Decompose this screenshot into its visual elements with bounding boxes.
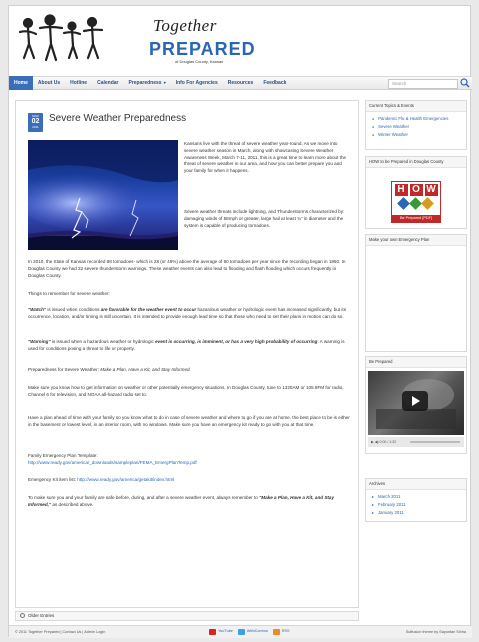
search-input[interactable]: Search: [388, 79, 458, 89]
nav-hotline[interactable]: Hotline: [65, 76, 92, 90]
topic-link[interactable]: Pandemic Flu & Health Emergencies: [372, 115, 462, 123]
sidebar-video-title: Be Prepared: [366, 357, 466, 369]
sidebar-plan-title: Make your own Emergency Plan: [366, 235, 466, 247]
closing-text-2: as described above.: [51, 501, 94, 507]
archive-link[interactable]: March 2011: [372, 493, 462, 501]
sidebar-how-box: HOW to be Prepared in Douglas County H O…: [365, 156, 467, 229]
main-nav: Home About Us Hotline Calendar Preparedn…: [9, 76, 472, 90]
kit-list-link[interactable]: http://www.ready.gov/america/getakit/ind…: [77, 477, 174, 482]
rss-label: RSS: [281, 629, 290, 634]
sidebar-current-topics: Current Topics & Events Pandemic Flu & H…: [365, 100, 467, 150]
nav-feedback[interactable]: Feedback: [258, 76, 291, 90]
youtube-link[interactable]: YouTube: [209, 629, 233, 635]
family-plan-link[interactable]: http://www.ready.gov/america/_downloads/…: [28, 460, 197, 465]
post-paragraph-2010-stats: In 2010, the State of Kansas recorded 88…: [28, 259, 346, 278]
current-topics-list: Pandemic Flu & Health Emergencies Severe…: [366, 112, 466, 142]
video-time: 0:00 / 1:32: [379, 440, 397, 444]
kit-list-label: Emergency Kit item list:: [28, 477, 78, 482]
older-entries-link[interactable]: Older Entries: [15, 611, 359, 621]
date-day: 02: [31, 118, 40, 125]
site-footer: © 2011 Together Prepared | Contact Us | …: [9, 625, 472, 638]
footer-copyright[interactable]: © 2011 Together Prepared | Contact Us | …: [15, 630, 105, 636]
nav-about-us[interactable]: About Us: [33, 76, 65, 90]
progress-track[interactable]: [410, 441, 460, 443]
preparedness-motto: Make a Plan, Have a Kit, and Stay Inform…: [100, 367, 191, 372]
post-article: MAR 02 2011 Severe Weather Preparedness: [15, 100, 359, 608]
nav-preparedness[interactable]: Preparedness ▾: [124, 76, 171, 90]
nav-home[interactable]: Home: [9, 76, 33, 90]
how-letters: H O W: [392, 184, 440, 196]
watch-text-1: is issued when conditions: [46, 307, 101, 312]
post-paragraph-intro: Kansans live with the threat of severe w…: [184, 141, 347, 174]
post-paragraph-plan: Have a plan ahead of time with your fami…: [28, 415, 350, 427]
video-controls[interactable]: ▶ ◀) 0:00 / 1:32: [368, 437, 464, 447]
post-paragraph-family-plan: Family Emergency Plan Template: http://w…: [28, 453, 354, 467]
post-paragraph-radio: Make sure you know how to get informatio…: [28, 385, 344, 397]
archive-link[interactable]: January 2011: [372, 509, 462, 517]
post-paragraph-preparedness: Preparedness for Severe Weather: Make a …: [28, 367, 354, 374]
warning-emphasis: event is occurring, is imminent, or has …: [155, 339, 318, 344]
video-player[interactable]: [368, 371, 464, 435]
how-letter-h: H: [394, 184, 408, 196]
post-title[interactable]: Severe Weather Preparedness: [49, 112, 186, 127]
how-diamond-icons: [397, 197, 434, 210]
search-icon[interactable]: [460, 78, 470, 88]
play-small-icon[interactable]: ▶: [371, 440, 374, 444]
sidebar-how-title: HOW to be Prepared in Douglas County: [366, 157, 466, 169]
twitter-icon: [237, 629, 245, 635]
twitter-label: WebComms: [246, 629, 268, 634]
rss-icon: [272, 629, 280, 635]
nav-info-for-agencies[interactable]: Info For Agencies: [171, 76, 223, 90]
how-caption: Be Prepared [PDF]: [392, 214, 440, 223]
post-paragraph-threats: Severe weather threats include lightning…: [184, 209, 345, 228]
site-header: Together PREPARED of Douglas County, Kan…: [9, 6, 472, 72]
footer-social: YouTube WebComms RSS: [209, 629, 290, 635]
logo-subtitle: of Douglas County, Kansas: [175, 59, 224, 64]
rss-link[interactable]: RSS: [272, 629, 290, 635]
sidebar-archives: Archives March 2011 February 2011 Januar…: [365, 478, 467, 522]
youtube-label: YouTube: [218, 629, 233, 634]
family-figures-logo-icon[interactable]: [18, 14, 108, 66]
sidebar-video-box: Be Prepared ▶ ◀) 0:00 / 1:32: [365, 356, 467, 454]
sidebar-emergency-plan: Make your own Emergency Plan: [365, 234, 467, 352]
nav-preparedness-label: Preparedness: [128, 80, 162, 86]
preparedness-label: Preparedness for Severe Weather:: [28, 367, 101, 372]
page: Together PREPARED of Douglas County, Kan…: [8, 5, 472, 638]
storm-lightning-image: [28, 140, 178, 250]
sidebar-archives-title: Archives: [366, 479, 466, 491]
older-entries-label: Older Entries: [28, 613, 55, 618]
post-paragraph-kit-list: Emergency Kit item list: http://www.read…: [28, 477, 354, 484]
closing-text-1: To make sure you and your family are saf…: [28, 495, 260, 500]
nav-resources[interactable]: Resources: [223, 76, 259, 90]
sidebar-current-topics-title: Current Topics & Events: [366, 101, 466, 113]
footer-theme-credit[interactable]: Suffusion theme by Sayontan Sinha: [406, 630, 466, 636]
warning-text-1: is issued when a hazardous weather or hy…: [50, 339, 156, 344]
how-poster[interactable]: H O W Be Prepared [PDF]: [391, 181, 441, 223]
archives-list: March 2011 February 2011 January 2011: [366, 490, 466, 520]
post-paragraph-closing: To make sure you and your family are saf…: [28, 495, 354, 509]
post-paragraph-things-to-remember: Things to remember for severe weather:: [28, 291, 110, 296]
arrow-left-icon: [20, 613, 25, 619]
warning-term: "Warning": [28, 339, 51, 344]
nav-calendar[interactable]: Calendar: [92, 76, 123, 90]
post-paragraph-warning: "Warning" is issued when a hazardous wea…: [28, 339, 354, 353]
how-letter-w: W: [424, 184, 438, 196]
archive-link[interactable]: February 2011: [372, 501, 462, 509]
play-icon[interactable]: [402, 391, 428, 411]
post-paragraph-watch: "Watch" is issued when conditions are fa…: [28, 307, 354, 321]
how-letter-o: O: [409, 184, 423, 196]
date-badge: MAR 02 2011: [28, 113, 43, 132]
family-plan-label: Family Emergency Plan Template:: [28, 453, 98, 458]
chevron-down-icon: ▾: [162, 80, 166, 85]
topic-link[interactable]: Severe Weather: [372, 123, 462, 131]
twitter-link[interactable]: WebComms: [237, 629, 268, 635]
date-year: 2011: [32, 125, 39, 129]
logo-together-text[interactable]: Together: [153, 14, 217, 39]
watch-term: "Watch": [28, 307, 47, 312]
watch-emphasis: are favorable for the weather event to o…: [100, 307, 197, 312]
volume-icon[interactable]: ◀): [375, 440, 379, 444]
topic-link[interactable]: Winter Weather: [372, 131, 462, 139]
youtube-icon: [209, 629, 216, 635]
